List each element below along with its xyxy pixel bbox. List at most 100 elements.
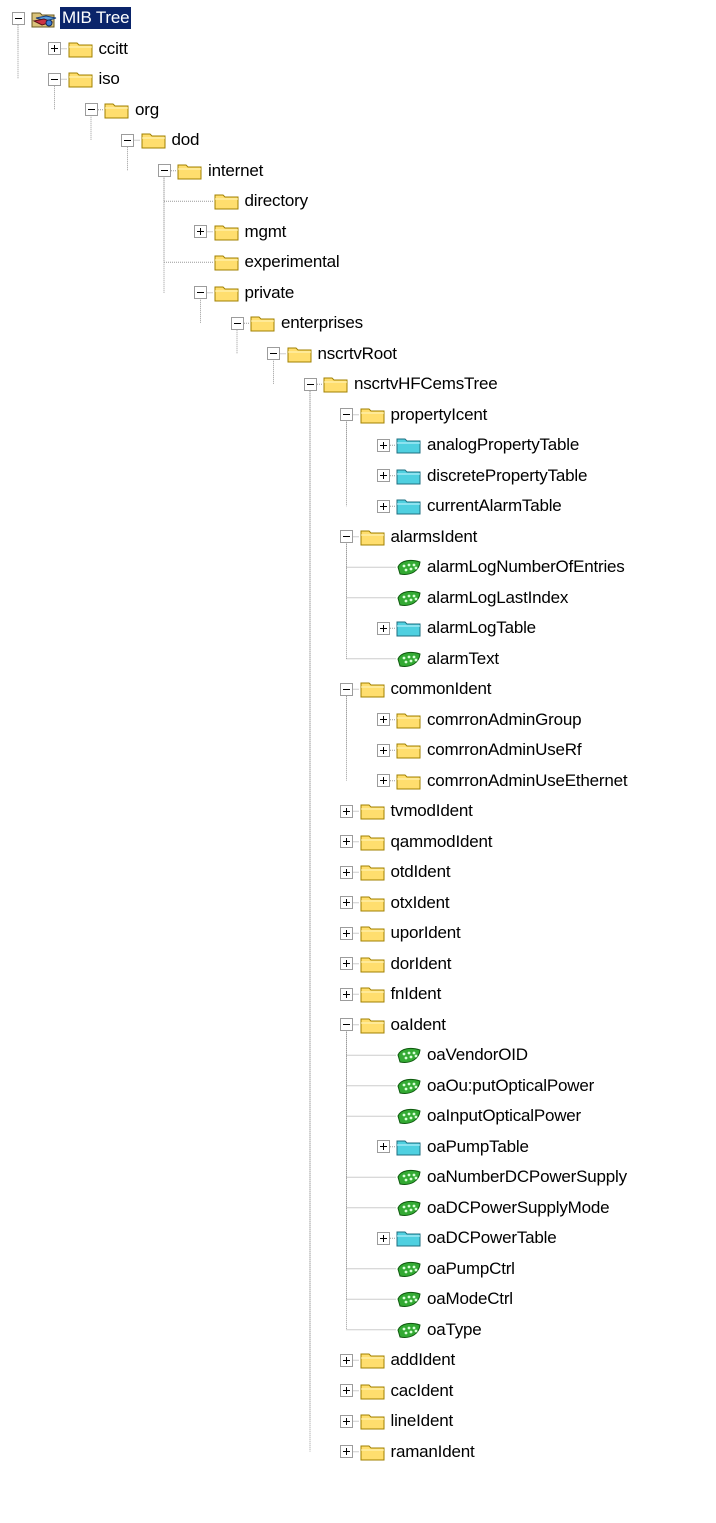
tree-node-label[interactable]: currentAlarmTable [425,495,564,517]
folder-icon [103,99,131,121]
tree-node-label[interactable]: alarmsIdent [389,526,480,548]
folder-icon [322,373,350,395]
tree-node-label[interactable]: directory [243,190,310,212]
tree-node-label[interactable]: oaOu:putOpticalPower [425,1075,596,1097]
expand-toggle-icon[interactable] [376,1231,390,1245]
tree-node-label[interactable]: commonIdent [389,678,494,700]
expand-toggle-icon[interactable] [340,926,353,940]
folder-icon [140,129,168,151]
folder-icon [213,190,241,212]
collapse-toggle-icon[interactable] [340,530,353,544]
tree-node-label[interactable]: iso [97,68,122,90]
expand-toggle-icon[interactable] [376,743,390,757]
collapse-toggle-icon[interactable] [121,133,134,147]
tree-node-label[interactable]: oaModeCtrl [425,1288,515,1310]
tree-node-label[interactable]: enterprises [279,312,365,334]
collapse-toggle-icon[interactable] [340,408,353,422]
tree-node-label[interactable]: nscrtvHFCemsTree [352,373,500,395]
expand-toggle-icon[interactable] [340,1384,353,1398]
tree-node-label[interactable]: lineIdent [389,1410,455,1432]
leaf-object-icon [395,1258,423,1280]
tree-node-label[interactable]: alarmLogNumberOfEntries [425,556,627,578]
expand-toggle-icon[interactable] [340,957,353,971]
collapse-toggle-icon[interactable] [340,682,353,696]
tree-node-label[interactable]: oaType [425,1319,484,1341]
tree-node-label[interactable]: internet [206,160,265,182]
tree-node-label[interactable]: uporIdent [389,922,463,944]
expand-toggle-icon[interactable] [376,621,390,635]
tree-node-label[interactable]: oaVendorOID [425,1044,530,1066]
folder-icon [286,343,314,365]
tree-node-label[interactable]: comrronAdminUseEthernet [425,770,629,792]
tree-connector-lines [17,25,396,1453]
tree-node-label[interactable]: experimental [243,251,342,273]
table-icon [395,1227,423,1249]
tree-node-label[interactable]: nscrtvRoot [316,343,399,365]
expand-toggle-icon[interactable] [340,835,353,849]
tree-node-label[interactable]: comrronAdminUseRf [425,739,583,761]
tree-node-label[interactable]: tvmodIdent [389,800,475,822]
tree-node-label[interactable]: oaInputOpticalPower [425,1105,583,1127]
tree-node-label[interactable]: oaDCPowerSupplyMode [425,1197,611,1219]
tree-node-label[interactable]: private [243,282,297,304]
expand-toggle-icon[interactable] [340,1445,353,1459]
expand-toggle-icon[interactable] [376,1140,390,1154]
collapse-toggle-icon[interactable] [194,286,207,300]
tree-node-label[interactable]: oaNumberDCPowerSupply [425,1166,629,1188]
expand-toggle-icon[interactable] [340,1353,353,1367]
expand-toggle-icon[interactable] [340,865,353,879]
collapse-toggle-icon[interactable] [11,11,25,25]
expand-toggle-icon[interactable] [340,987,353,1001]
tree-node-label[interactable]: alarmLogLastIndex [425,587,570,609]
collapse-toggle-icon[interactable] [303,377,317,391]
tree-node-label[interactable]: otxIdent [389,892,452,914]
tree-node-label[interactable]: oaPumpCtrl [425,1258,517,1280]
expand-toggle-icon[interactable] [376,499,390,513]
tree-node-label[interactable]: dod [170,129,202,151]
expand-toggle-icon[interactable] [48,42,61,56]
collapse-toggle-icon[interactable] [230,316,244,330]
tree-node-label[interactable]: analogPropertyTable [425,434,581,456]
collapse-toggle-icon[interactable] [157,164,171,178]
folder-icon [213,251,241,273]
expand-toggle-icon[interactable] [340,1414,353,1428]
folder-icon [213,221,241,243]
tree-node-label[interactable]: addIdent [389,1349,458,1371]
tree-node-label[interactable]: oaIdent [389,1014,448,1036]
tree-node-label[interactable]: alarmText [425,648,501,670]
leaf-object-icon [395,648,423,670]
tree-node-label[interactable]: discretePropertyTable [425,465,589,487]
tree-node-label[interactable]: comrronAdminGroup [425,709,583,731]
tree-node-label[interactable]: org [133,99,161,121]
tree-node-label[interactable]: oaPumpTable [425,1136,531,1158]
expand-toggle-icon[interactable] [376,438,390,452]
collapse-toggle-icon[interactable] [267,347,280,361]
tree-node-label[interactable]: ramanIdent [389,1441,477,1463]
tree-node-label[interactable]: qammodIdent [389,831,495,853]
expand-toggle-icon[interactable] [376,774,390,788]
tree-node-label[interactable]: cacIdent [389,1380,456,1402]
leaf-object-icon [395,556,423,578]
expand-toggle-icon[interactable] [340,804,353,818]
expand-toggle-icon[interactable] [194,225,207,239]
tree-node-label[interactable]: alarmLogTable [425,617,538,639]
folder-icon [359,526,387,548]
table-icon [395,465,423,487]
tree-node-label[interactable]: otdIdent [389,861,453,883]
collapse-toggle-icon[interactable] [84,103,98,117]
collapse-toggle-icon[interactable] [48,72,61,86]
expand-toggle-icon[interactable] [376,469,390,483]
tree-node-label[interactable]: dorIdent [389,953,454,975]
tree-node-label[interactable]: MIB Tree [60,7,132,30]
mib-tree[interactable]: MIB Tree ccitt iso org dod internet directory… [0,0,716,1523]
expand-toggle-icon[interactable] [340,896,353,910]
tree-node-label[interactable]: propertyIcent [389,404,490,426]
collapse-toggle-icon[interactable] [340,1018,353,1032]
tree-node-label[interactable]: fnIdent [389,983,444,1005]
expand-toggle-icon[interactable] [376,713,390,727]
tree-node-label[interactable]: ccitt [97,38,130,60]
folder-icon [359,861,387,883]
tree-node-label[interactable]: mgmt [243,221,289,243]
tree-node-label[interactable]: oaDCPowerTable [425,1227,559,1249]
table-icon [395,434,423,456]
